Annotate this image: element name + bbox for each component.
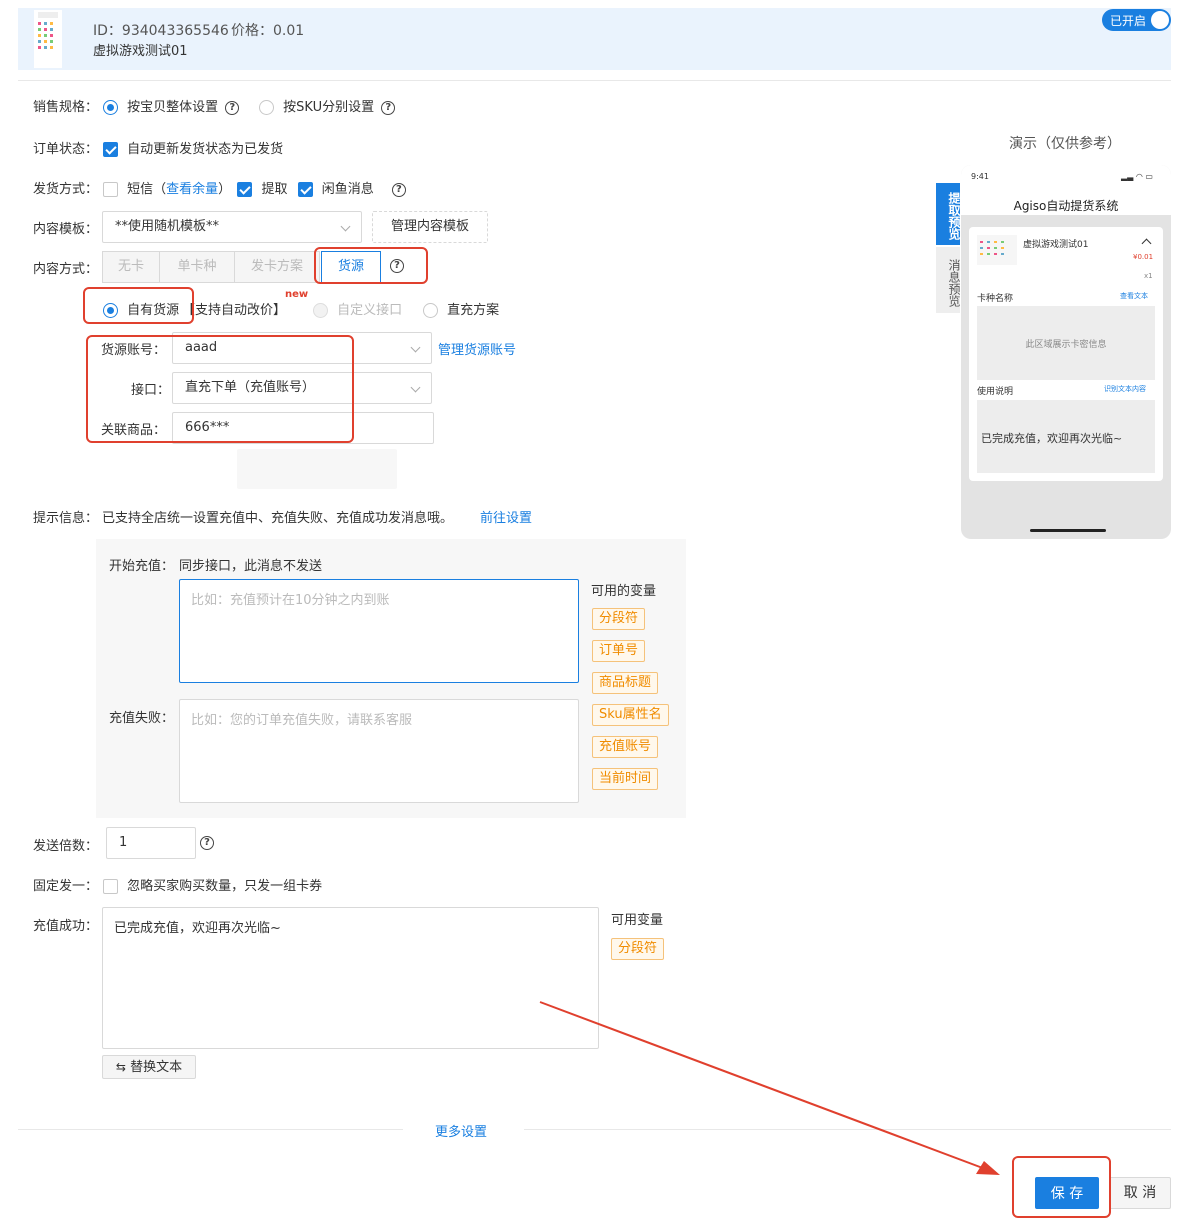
preview-thumbnail xyxy=(977,235,1017,265)
phone-battery-icon: ▂▃ ◠ ▭ xyxy=(1121,172,1153,181)
phone-frame: 9:41 ▂▃ ◠ ▭ Agiso自动提货系统 虚拟游戏测试01 ¥0.01 x… xyxy=(961,165,1171,539)
preview-title: 演示（仅供参考） xyxy=(1009,136,1121,152)
preview-usage-text: 已完成充值，欢迎再次光临~ xyxy=(981,432,1123,445)
preview-price: ¥0.01 xyxy=(1133,253,1154,261)
preview-card-link[interactable]: 查看文本 xyxy=(1120,291,1148,301)
preview-card-placeholder: 此区域展示卡密信息 xyxy=(1025,340,1107,350)
preview-usage-link[interactable]: 识别文本内容 xyxy=(1104,384,1146,394)
preview-side-tabs: 提取预览 消息预览 xyxy=(936,183,961,313)
tab-pickup-preview[interactable]: 提取预览 xyxy=(936,183,961,245)
preview-card-label: 卡种名称 xyxy=(977,294,1014,304)
tab-message-preview[interactable]: 消息预览 xyxy=(936,247,961,313)
phone-app-title: Agiso自动提货系统 xyxy=(1013,199,1119,213)
phone-home-indicator xyxy=(1030,529,1106,532)
preview-qty: x1 xyxy=(1144,272,1153,280)
preview-product-name: 虚拟游戏测试01 xyxy=(1023,240,1089,250)
phone-time: 9:41 xyxy=(971,172,989,181)
preview-usage-label: 使用说明 xyxy=(977,387,1014,397)
